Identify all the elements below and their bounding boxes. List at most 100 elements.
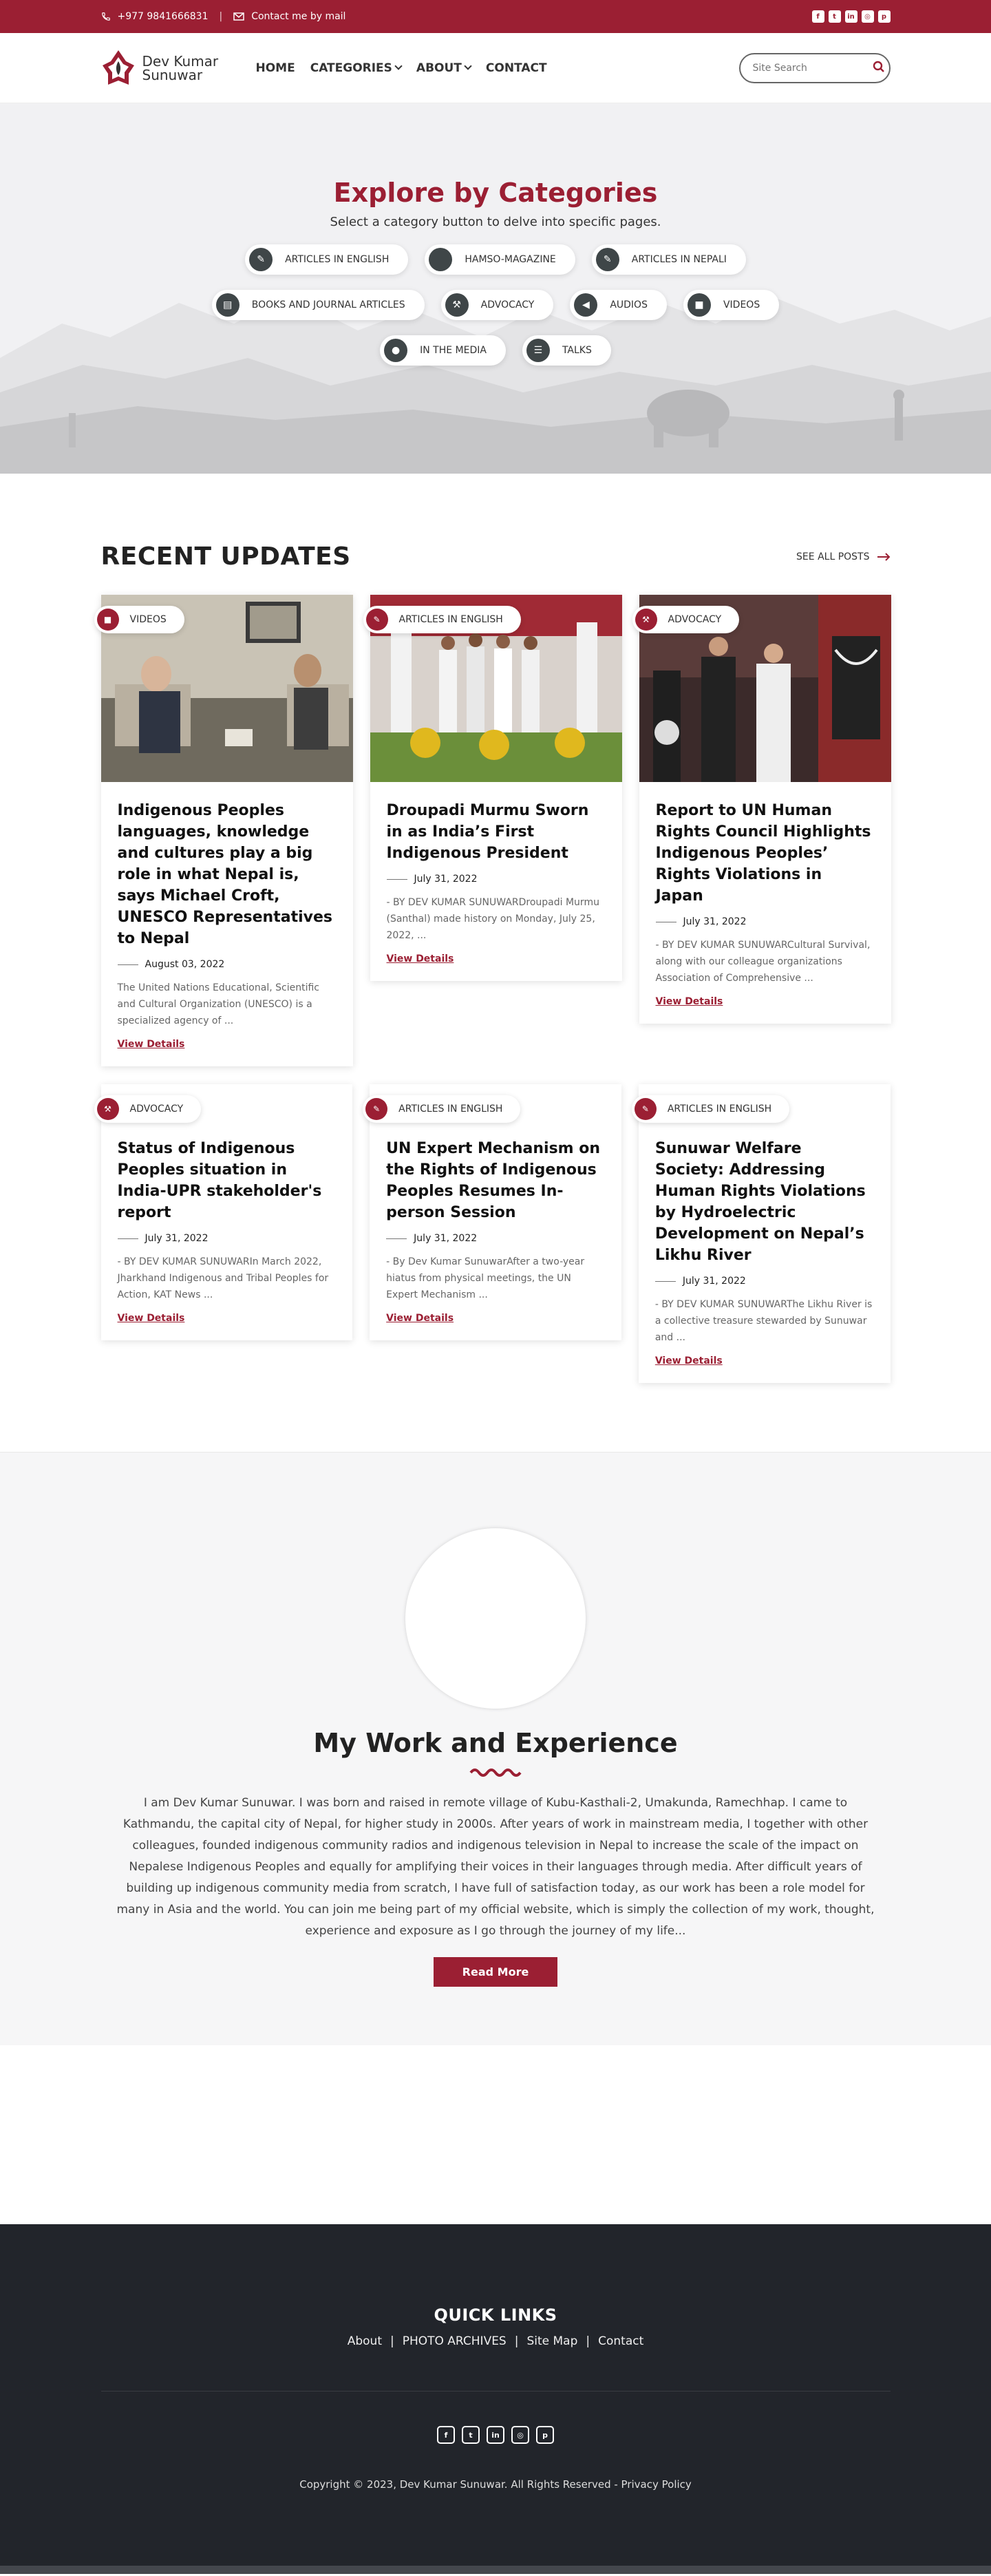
phone-icon — [101, 11, 111, 22]
footer-link-about[interactable]: About — [348, 2334, 382, 2348]
category-talks-button[interactable]: ☰ TALKS — [522, 335, 611, 366]
category-advocacy-button[interactable]: ⚒ ADVOCACY — [440, 290, 554, 320]
topbar: +977 9841666831 | Contact me by mail f t… — [0, 0, 991, 33]
recent-updates-section: RECENT UPDATES SEE ALL POSTS ■ VIDEOS In… — [94, 474, 891, 1452]
post-date: July 31, 2022 — [387, 874, 606, 885]
category-row: ✎ ARTICLES IN ENGLISH HAMSO-MAGAZINE ✎ ART… — [0, 244, 991, 275]
edit-icon: ✎ — [365, 609, 388, 631]
category-label: ARTICLES IN NEPALI — [631, 254, 727, 265]
post-category-tag[interactable]: ✎ ARTICLES IN ENGLISH — [363, 606, 521, 633]
facebook-icon[interactable]: f — [437, 2426, 455, 2444]
category-hamso-magazine-button[interactable]: HAMSO-MAGAZINE — [425, 244, 575, 275]
post-date: July 31, 2022 — [655, 1276, 874, 1287]
video-camera-icon: ■ — [96, 609, 119, 631]
nav-contact[interactable]: CONTACT — [486, 61, 547, 75]
category-books-button[interactable]: ▤ BOOKS AND JOURNAL ARTICLES — [211, 290, 425, 320]
post-title[interactable]: Status of Indigenous Peoples situation i… — [118, 1138, 337, 1223]
tag-label: VIDEOS — [129, 614, 167, 625]
gavel-icon: ⚒ — [635, 609, 657, 631]
category-articles-nepali-button[interactable]: ✎ ARTICLES IN NEPALI — [591, 244, 746, 275]
gavel-icon: ⚒ — [445, 293, 469, 317]
footer-link-site-map[interactable]: Site Map — [526, 2334, 577, 2348]
footer-social-links: f t in ◎ p — [0, 2426, 991, 2444]
edit-icon: ✎ — [595, 248, 619, 271]
view-details-link[interactable]: View Details — [118, 1313, 185, 1324]
search-icon[interactable] — [873, 61, 885, 76]
category-label: VIDEOS — [723, 299, 760, 310]
see-all-posts-link[interactable]: SEE ALL POSTS — [796, 551, 890, 562]
nav-about[interactable]: ABOUT — [416, 61, 471, 75]
twitter-icon[interactable]: t — [828, 10, 841, 23]
cards-row: ⚒ ADVOCACY Status of Indigenous Peoples s… — [94, 1084, 891, 1383]
logo-emblem-icon — [102, 50, 134, 85]
edit-icon: ✎ — [365, 1098, 388, 1120]
recent-updates-title: RECENT UPDATES — [100, 542, 351, 571]
logo-name-line2: Sunuwar — [142, 67, 203, 83]
cards-row: ■ VIDEOS Indigenous Peoples languages, k… — [94, 595, 891, 1066]
search-input[interactable] — [752, 63, 873, 74]
post-card[interactable]: ⚒ ADVOCACY Report to UN Human Rights Cou… — [632, 595, 891, 1024]
post-category-tag[interactable]: ■ VIDEOS — [94, 606, 184, 633]
category-in-the-media-button[interactable]: ● IN THE MEDIA — [380, 335, 506, 366]
read-more-button[interactable]: Read More — [433, 1957, 558, 1987]
tag-label: ADVOCACY — [129, 1104, 184, 1115]
post-card[interactable]: ✎ ARTICLES IN ENGLISH Sunuwar Welfare Soc… — [631, 1084, 891, 1383]
linkedin-icon[interactable]: in — [844, 10, 857, 23]
post-date: July 31, 2022 — [118, 1233, 337, 1244]
copyright: Copyright © 2023, Dev Kumar Sunuwar. All… — [299, 2478, 692, 2491]
post-card[interactable]: ✎ ARTICLES IN ENGLISH UN Expert Mechanism… — [363, 1084, 621, 1340]
post-card[interactable]: ⚒ ADVOCACY Status of Indigenous Peoples s… — [94, 1084, 353, 1340]
category-audios-button[interactable]: ◀ AUDIOS — [570, 290, 667, 320]
view-details-link[interactable]: View Details — [387, 953, 454, 964]
post-category-tag[interactable]: ✎ ARTICLES IN ENGLISH — [363, 1095, 521, 1123]
category-row: ▤ BOOKS AND JOURNAL ARTICLES ⚒ ADVOCACY ◀ A… — [0, 290, 991, 320]
post-card[interactable]: ■ VIDEOS Indigenous Peoples languages, k… — [94, 595, 353, 1066]
footer-divider — [100, 2391, 891, 2392]
pinterest-icon[interactable]: p — [536, 2426, 554, 2444]
edit-icon: ✎ — [249, 248, 273, 271]
site-logo[interactable]: Dev Kumar Sunuwar — [101, 49, 256, 87]
post-date: July 31, 2022 — [386, 1233, 605, 1244]
linkedin-icon[interactable]: in — [487, 2426, 504, 2444]
category-videos-button[interactable]: ■ VIDEOS — [683, 290, 780, 320]
mail-icon — [233, 11, 244, 22]
view-details-link[interactable]: View Details — [655, 1355, 723, 1366]
logo-name-line1: Dev Kumar — [142, 53, 219, 70]
post-category-tag[interactable]: ⚒ ADVOCACY — [632, 606, 740, 633]
contact-mail-link[interactable]: Contact me by mail — [251, 11, 345, 22]
instagram-icon[interactable]: ◎ — [861, 10, 874, 23]
post-title[interactable]: Droupadi Murmu Sworn in as India’s First… — [387, 800, 606, 864]
facebook-icon[interactable]: f — [811, 10, 824, 23]
nav-home[interactable]: HOME — [256, 61, 295, 75]
post-category-tag[interactable]: ✎ ARTICLES IN ENGLISH — [631, 1095, 790, 1123]
post-title[interactable]: UN Expert Mechanism on the Rights of Ind… — [386, 1138, 605, 1223]
footer-link-contact[interactable]: Contact — [598, 2334, 643, 2348]
view-details-link[interactable]: View Details — [386, 1313, 454, 1324]
twitter-icon[interactable]: t — [462, 2426, 480, 2444]
category-articles-english-button[interactable]: ✎ ARTICLES IN ENGLISH — [245, 244, 409, 275]
divider: | — [514, 2334, 519, 2348]
post-category-tag[interactable]: ⚒ ADVOCACY — [94, 1095, 202, 1123]
category-label: ARTICLES IN ENGLISH — [285, 254, 390, 265]
post-title[interactable]: Indigenous Peoples languages, knowledge … — [118, 800, 337, 949]
instagram-icon[interactable]: ◎ — [511, 2426, 529, 2444]
categories-section: Explore by Categories Select a category … — [0, 103, 991, 474]
post-excerpt: - BY DEV KUMAR SUNUWARIn March 2022, Jha… — [117, 1256, 329, 1300]
tag-label: ARTICLES IN ENGLISH — [398, 614, 503, 625]
post-excerpt: - BY DEV KUMAR SUNUWARThe Likhu River is… — [654, 1299, 873, 1343]
tag-label: ARTICLES IN ENGLISH — [398, 1104, 503, 1115]
view-details-link[interactable]: View Details — [656, 996, 723, 1007]
phone-number[interactable]: +977 9841666831 — [118, 11, 209, 22]
post-title[interactable]: Report to UN Human Rights Council Highli… — [656, 800, 875, 907]
social-links: f t in ◎ p — [811, 10, 891, 23]
post-excerpt: - BY DEV KUMAR SUNUWARCultural Survival,… — [655, 940, 871, 984]
category-label: HAMSO-MAGAZINE — [465, 254, 556, 265]
nav-categories[interactable]: CATEGORIES — [310, 61, 401, 75]
post-title[interactable]: Sunuwar Welfare Society: Addressing Huma… — [655, 1138, 874, 1266]
view-details-link[interactable]: View Details — [118, 1039, 185, 1050]
footer-link-photo-archives[interactable]: PHOTO ARCHIVES — [403, 2334, 507, 2348]
pinterest-icon[interactable]: p — [877, 10, 891, 23]
site-search — [738, 53, 891, 83]
wave-divider-icon — [469, 1769, 522, 1777]
post-card[interactable]: ✎ ARTICLES IN ENGLISH Droupadi Murmu Swo… — [363, 595, 622, 981]
